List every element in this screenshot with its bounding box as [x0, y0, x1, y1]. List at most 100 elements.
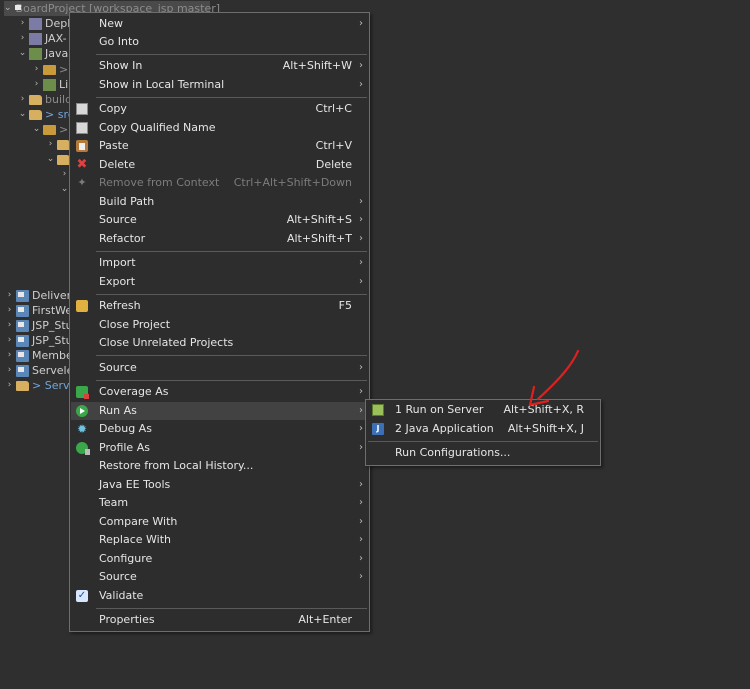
menu-item-export[interactable]: Export › [71, 273, 368, 291]
menu-item-label: Replace With [99, 533, 171, 546]
menu-item-new[interactable]: New › [71, 15, 368, 33]
profile-icon [76, 442, 90, 455]
tree-project-delivery[interactable]: › Delivery [4, 288, 78, 303]
menu-item-shortcut: Ctrl+C [315, 102, 352, 115]
tree-item-build[interactable]: › build [17, 92, 72, 107]
menu-item-source-2[interactable]: Source › [71, 359, 368, 377]
menu-item-label: Copy [99, 102, 127, 115]
copy-icon [76, 103, 88, 115]
chevron-right-icon[interactable]: › [31, 77, 42, 92]
menu-item-delete[interactable]: ✖ Delete Delete [71, 156, 368, 174]
tree-item-src[interactable]: ⌄ > src [17, 107, 74, 122]
submenu-arrow-icon: › [359, 405, 363, 416]
menu-item-label: Configure [99, 552, 153, 565]
menu-item-shortcut: Delete [315, 158, 352, 171]
chevron-down-icon[interactable]: ⌄ [45, 152, 56, 167]
menu-item-team[interactable]: Team › [71, 494, 368, 512]
chevron-right-icon[interactable]: › [4, 348, 15, 363]
menu-item-label: Export [99, 275, 136, 288]
coverage-icon [76, 386, 89, 399]
menu-item-label: Profile As [99, 441, 150, 454]
chevron-right-icon[interactable]: › [17, 16, 28, 31]
menu-item-run-as[interactable]: Run As › [71, 402, 368, 420]
tree-project-serve[interactable]: › > Serve [4, 378, 77, 393]
menu-item-source[interactable]: Source Alt+Shift+S › [71, 211, 368, 229]
tree-item-java[interactable]: ⌄ Java [17, 46, 69, 61]
tree-item-label: > [59, 63, 69, 76]
chevron-right-icon[interactable]: › [17, 92, 28, 107]
menu-item-close-unrelated-projects[interactable]: Close Unrelated Projects [71, 334, 368, 352]
tree-project-firstweb[interactable]: › FirstWel [4, 303, 76, 318]
tree-item-jax[interactable]: › JAX- [17, 31, 67, 46]
menu-item-properties[interactable]: Properties Alt+Enter [71, 611, 368, 629]
descriptor-icon [29, 32, 42, 45]
tree-item-src-child[interactable]: ⌄ > [31, 122, 69, 137]
checkbox-icon[interactable]: ✓ [76, 590, 88, 602]
menu-item-validate[interactable]: ✓ Validate [71, 587, 368, 605]
chevron-right-icon[interactable]: › [45, 137, 56, 152]
tree-project-servelet[interactable]: › Servelet [4, 363, 78, 378]
menu-item-go-into[interactable]: Go Into [71, 33, 368, 51]
menu-item-import[interactable]: Import › [71, 254, 368, 272]
project-label: Membe [32, 349, 73, 362]
menu-item-label: Team [99, 496, 129, 509]
menu-item-label: Debug As [99, 422, 152, 435]
submenu-arrow-icon: › [359, 276, 363, 287]
tree-item-label: > [59, 123, 69, 136]
tree-project-jsp-study-1[interactable]: › JSP_Stu [4, 318, 73, 333]
chevron-right-icon[interactable]: › [4, 333, 15, 348]
tree-item-library[interactable]: › Li [31, 77, 69, 92]
chevron-right-icon[interactable]: › [4, 288, 15, 303]
menu-item-java-ee-tools[interactable]: Java EE Tools › [71, 476, 368, 494]
chevron-down-icon[interactable]: ⌄ [17, 46, 28, 61]
chevron-right-icon[interactable]: › [4, 318, 15, 333]
menu-item-paste[interactable]: Paste Ctrl+V [71, 137, 368, 155]
menu-item-close-project[interactable]: Close Project [71, 316, 368, 334]
menu-item-label: Copy Qualified Name [99, 121, 216, 134]
submenu-item-java-application[interactable]: J 2 Java Application Alt+Shift+X, J [367, 420, 599, 438]
tree-item-deployment[interactable]: › Depl [17, 16, 71, 31]
tree-project-member[interactable]: › Membe [4, 348, 73, 363]
menu-separator [96, 97, 367, 98]
menu-item-replace-with[interactable]: Replace With › [71, 531, 368, 549]
submenu-item-run-configurations[interactable]: Run Configurations... [367, 444, 599, 462]
menu-item-label: Paste [99, 139, 129, 152]
menu-item-refactor[interactable]: Refactor Alt+Shift+T › [71, 230, 368, 248]
menu-item-build-path[interactable]: Build Path › [71, 193, 368, 211]
chevron-down-icon[interactable]: ⌄ [4, 1, 12, 16]
menu-item-label: Compare With [99, 515, 178, 528]
menu-item-label: Refactor [99, 232, 146, 245]
tree-item-package[interactable]: › > [31, 62, 69, 77]
menu-item-show-in[interactable]: Show In Alt+Shift+W › [71, 57, 368, 75]
chevron-down-icon[interactable]: ⌄ [31, 122, 42, 137]
menu-item-copy-qualified-name[interactable]: Copy Qualified Name [71, 119, 368, 137]
menu-item-copy[interactable]: Copy Ctrl+C [71, 100, 368, 118]
project-label: JSP_Stu [32, 319, 73, 332]
menu-item-debug-as[interactable]: ✹ Debug As › [71, 420, 368, 438]
menu-item-show-in-local-terminal[interactable]: Show in Local Terminal › [71, 76, 368, 94]
menu-item-profile-as[interactable]: Profile As › [71, 439, 368, 457]
menu-separator [96, 251, 367, 252]
tree-item-label: Depl [45, 17, 71, 30]
chevron-right-icon[interactable]: › [4, 303, 15, 318]
chevron-right-icon[interactable]: › [17, 31, 28, 46]
menu-item-label: Validate [99, 589, 144, 602]
menu-item-compare-with[interactable]: Compare With › [71, 513, 368, 531]
tree-project-jsp-study-2[interactable]: › JSP_Stu [4, 333, 73, 348]
tree-item-label: Java [45, 47, 69, 60]
submenu-arrow-icon: › [359, 196, 363, 207]
menu-item-source-3[interactable]: Source › [71, 568, 368, 586]
chevron-down-icon[interactable]: ⌄ [17, 107, 28, 122]
menu-item-restore-local-history[interactable]: Restore from Local History... [71, 457, 368, 475]
menu-item-shortcut: Ctrl+V [315, 139, 352, 152]
menu-item-configure[interactable]: Configure › [71, 550, 368, 568]
menu-item-refresh[interactable]: Refresh F5 [71, 297, 368, 315]
java-app-icon: J [372, 423, 384, 435]
chevron-right-icon[interactable]: › [4, 378, 15, 393]
menu-item-label: Delete [99, 158, 136, 171]
refresh-icon [76, 300, 88, 312]
menu-item-coverage-as[interactable]: Coverage As › [71, 383, 368, 401]
chevron-right-icon[interactable]: › [4, 363, 15, 378]
chevron-right-icon[interactable]: › [31, 62, 42, 77]
menu-item-label: Close Unrelated Projects [99, 336, 234, 349]
